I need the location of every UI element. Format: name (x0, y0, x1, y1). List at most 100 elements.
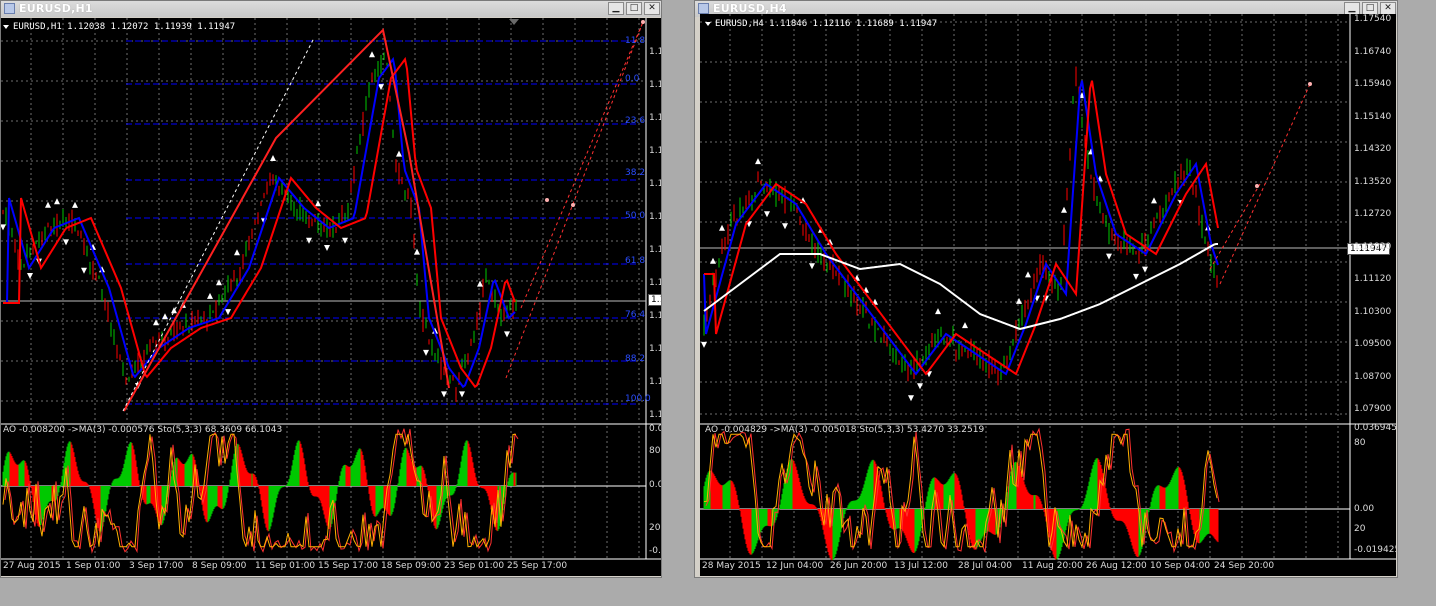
price-chart-area[interactable]: EURUSD,H4 1.11846 1.12116 1.11689 1.1194… (700, 14, 1396, 576)
time-axis-tick: 18 Sep 09:00 (381, 561, 442, 571)
fibonacci-level-label: 100.0 (625, 394, 651, 404)
trend-anchor-point (641, 20, 645, 24)
fractal-arrow-icon (63, 239, 69, 246)
fibonacci-level-label: 38.2 (625, 168, 646, 178)
fractal-arrow-icon (459, 391, 465, 398)
price-axis-tick: 1.12790 (649, 212, 661, 222)
chart-window-icon (698, 3, 709, 14)
chart-window-icon (4, 3, 15, 14)
fractal-arrow-icon (162, 313, 168, 320)
fibonacci-level-label: 61.8 (625, 256, 646, 266)
fractal-arrow-icon (153, 319, 159, 326)
fractal-arrow-icon (1061, 206, 1067, 213)
maximize-button[interactable]: □ (626, 2, 642, 15)
trend-anchor-point (545, 198, 549, 202)
price-chart-area[interactable]: EURUSD,H1 1.12038 1.12072 1.11939 1.1194… (1, 18, 661, 576)
fractal-arrow-icon (809, 263, 815, 270)
oscillator-axis-tick: 0.010329 (649, 424, 661, 434)
time-axis-tick: 13 Jul 12:00 (894, 561, 948, 571)
price-axis-tick: 1.13120 (649, 179, 661, 189)
oscillator-axis-tick: -0.011824 (649, 546, 661, 556)
price-axis-tick: 1.14320 (1354, 144, 1392, 154)
fractal-arrow-icon (315, 200, 321, 207)
fractal-arrow-icon (45, 201, 51, 208)
price-axis-tick: 1.12450 (649, 245, 661, 255)
price-axis-tick: 1.17540 (1354, 14, 1392, 24)
fractal-arrow-icon (324, 245, 330, 251)
price-axis-tick: 1.13520 (1354, 176, 1392, 187)
fractal-arrow-icon (1, 224, 6, 231)
fractal-arrow-icon (54, 198, 60, 205)
chart-menu-triangle-icon[interactable] (705, 21, 711, 26)
moving-average-red (704, 80, 1219, 376)
fractal-arrow-icon (962, 322, 968, 329)
trend-line (1219, 83, 1311, 285)
fibonacci-level-label: 50.0 (625, 211, 646, 221)
trend-anchor-point (571, 203, 575, 207)
price-axis-tick: 1.15140 (1354, 111, 1392, 122)
window-title: EURUSD,H1 (19, 2, 93, 15)
fractal-arrow-icon (719, 224, 725, 231)
fractal-arrow-icon (917, 383, 923, 390)
price-axis-tick: 1.11120 (1354, 274, 1392, 284)
fractal-arrow-icon (216, 279, 222, 286)
fibonacci-level-label: 11.8 (625, 36, 646, 46)
fractal-arrow-icon (270, 155, 276, 161)
fractal-arrow-icon (225, 309, 231, 316)
fibonacci-level-label: 88.2 (625, 354, 646, 364)
h4-chart-canvas[interactable] (700, 14, 1396, 576)
price-axis-tick: 1.16740 (1354, 46, 1392, 57)
price-axis-tick: 1.10790 (649, 410, 661, 420)
time-axis-tick: 26 Aug 12:00 (1086, 561, 1147, 571)
chart-header: EURUSD,H1 1.12038 1.12072 1.11939 1.1194… (3, 22, 235, 33)
time-axis-tick: 11 Sep 01:00 (255, 561, 316, 571)
price-axis-tick: 1.08700 (1354, 371, 1392, 382)
trend-line (122, 37, 315, 412)
time-axis-tick: 10 Sep 04:00 (1150, 561, 1211, 571)
oscillator-axis-tick: 80 (649, 446, 661, 456)
time-axis-tick: 8 Sep 09:00 (192, 561, 247, 571)
fractal-arrow-icon (396, 150, 402, 157)
fractal-arrow-icon (1151, 197, 1157, 204)
fractal-arrow-icon (207, 292, 213, 299)
fractal-arrow-icon (81, 267, 87, 274)
chart-window-eurusd-h4[interactable]: EURUSD,H4 ▁ □ ✕ EURUSD,H4 1.11846 1.1211… (694, 0, 1398, 578)
time-axis-tick: 15 Sep 17:00 (318, 561, 379, 571)
moving-average-red (3, 56, 516, 389)
fractal-arrow-icon (710, 257, 716, 264)
oscillator-label: AO -0.008200 ->MA(3) -0.000576 Sto(5,3,3… (3, 425, 283, 435)
fractal-arrow-icon (935, 308, 941, 315)
chart-window-eurusd-h1[interactable]: EURUSD,H1 ▁ □ ✕ EURUSD,H1 1.12038 1.1207… (0, 0, 662, 578)
trend-anchor-point (1308, 82, 1312, 86)
window-titlebar[interactable]: EURUSD,H1 ▁ □ ✕ (1, 1, 661, 17)
fibonacci-level-label: 76.4 (625, 310, 646, 320)
chart-header: EURUSD,H4 1.11846 1.12116 1.11689 1.1194… (705, 19, 937, 30)
fractal-arrow-icon (1025, 271, 1031, 278)
oscillator-axis-tick: -0.019425 (1354, 545, 1396, 555)
oscillator-axis-tick: 0.036945 (1354, 423, 1396, 433)
oscillator-label: AO -0.004829 ->MA(3) -0.005018 Sto(5,3,3… (705, 425, 985, 435)
price-axis-tick: 1.15940 (1354, 79, 1392, 89)
trend-anchor-point (1255, 184, 1259, 188)
time-axis-tick: 28 Jul 04:00 (958, 561, 1012, 571)
price-axis-tick: 1.07900 (1354, 404, 1392, 414)
scroll-marker-triangle-icon[interactable] (509, 19, 519, 25)
minimize-button[interactable]: ▁ (608, 2, 624, 15)
price-axis-tick: 1.13790 (649, 113, 661, 123)
chart-menu-triangle-icon[interactable] (3, 24, 9, 29)
moving-average-blue (703, 80, 1219, 376)
fibonacci-level-label: 23.6 (625, 116, 646, 126)
h1-chart-canvas[interactable] (1, 18, 661, 576)
fractal-arrow-icon (1106, 253, 1112, 260)
price-axis-tick: 1.11790 (649, 311, 661, 321)
time-axis-tick: 23 Sep 01:00 (444, 561, 505, 571)
fractal-arrow-icon (234, 249, 240, 256)
time-axis-tick: 1 Sep 01:00 (66, 561, 121, 571)
time-axis-tick: 3 Sep 17:00 (129, 561, 184, 571)
price-axis-tick: 1.14450 (649, 47, 661, 57)
close-button[interactable]: ✕ (644, 2, 660, 15)
oscillator-axis-tick: 0.00 (1354, 504, 1375, 514)
fractal-arrow-icon (423, 349, 429, 356)
price-axis-tick: 1.10300 (1354, 306, 1392, 317)
price-axis-tick: 1.11450 (649, 344, 661, 354)
